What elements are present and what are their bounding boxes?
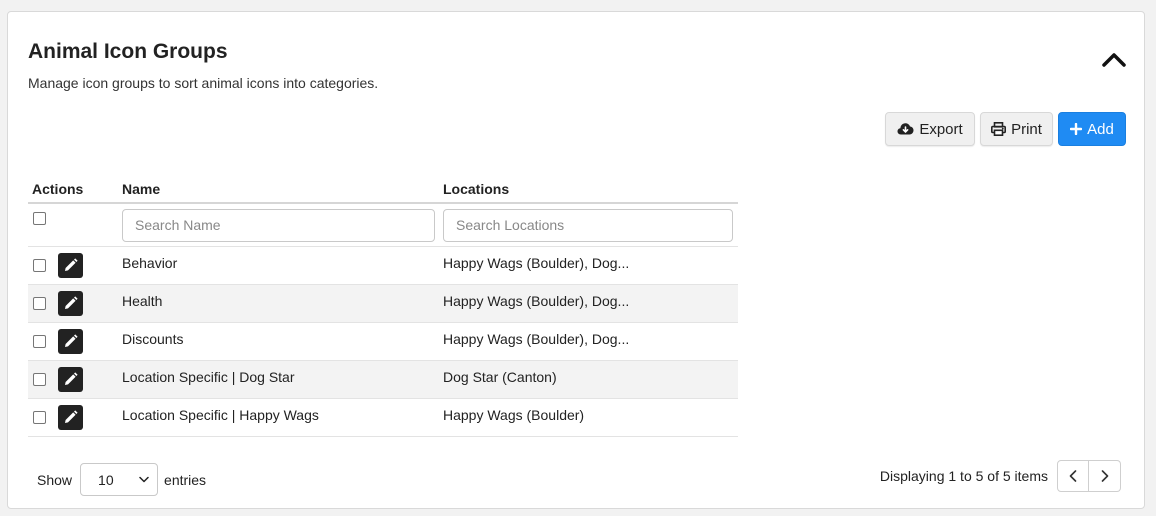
edit-button[interactable]	[58, 405, 83, 430]
chevron-right-icon	[1101, 470, 1108, 482]
edit-button[interactable]	[58, 253, 83, 278]
toolbar: Export Print Add	[8, 112, 1144, 148]
pagination: Displaying 1 to 5 of 5 items	[880, 460, 1121, 492]
chevron-up-icon	[1102, 53, 1126, 67]
page-size-value: 10	[98, 471, 114, 488]
page-size-control: Show 10 entries	[37, 463, 206, 496]
pencil-icon	[65, 410, 78, 423]
search-locations-input[interactable]	[443, 208, 733, 242]
row-name: Discounts	[122, 322, 443, 361]
previous-page-button[interactable]	[1057, 460, 1089, 492]
row-checkbox[interactable]	[33, 335, 46, 348]
column-header-name[interactable]: Name	[122, 176, 443, 204]
edit-button[interactable]	[58, 367, 83, 392]
table-header-row: Actions Name Locations	[28, 176, 738, 204]
row-checkbox[interactable]	[33, 297, 46, 310]
filter-row	[28, 203, 738, 247]
page-subtitle: Manage icon groups to sort animal icons …	[28, 75, 379, 91]
icon-groups-table: Actions Name Locations Behavior Happy Wa…	[28, 176, 738, 437]
table-row: Location Specific | Dog Star Dog Star (C…	[28, 360, 738, 399]
add-label: Add	[1087, 120, 1114, 138]
row-name: Behavior	[122, 246, 443, 285]
table-row: Behavior Happy Wags (Boulder), Dog...	[28, 246, 738, 285]
entries-label: entries	[164, 471, 207, 488]
pencil-icon	[65, 258, 78, 271]
row-name: Health	[122, 284, 443, 323]
row-name: Location Specific | Happy Wags	[122, 398, 443, 437]
page-title: Animal Icon Groups	[28, 40, 228, 63]
row-locations: Happy Wags (Boulder)	[443, 398, 738, 437]
row-locations: Dog Star (Canton)	[443, 360, 738, 399]
next-page-button[interactable]	[1089, 460, 1121, 492]
displaying-text: Displaying 1 to 5 of 5 items	[879, 468, 1048, 484]
table-row: Location Specific | Happy Wags Happy Wag…	[28, 398, 738, 437]
edit-button[interactable]	[58, 329, 83, 354]
search-name-input[interactable]	[122, 208, 435, 242]
select-all-checkbox[interactable]	[33, 211, 46, 225]
row-locations: Happy Wags (Boulder), Dog...	[443, 322, 738, 361]
cloud-download-icon	[897, 123, 914, 135]
collapse-button[interactable]	[1100, 46, 1128, 70]
panel: Animal Icon Groups Manage icon groups to…	[7, 11, 1145, 509]
export-button[interactable]: Export	[885, 112, 975, 146]
table-row: Health Happy Wags (Boulder), Dog...	[28, 284, 738, 323]
row-locations: Happy Wags (Boulder), Dog...	[443, 246, 738, 285]
print-button[interactable]: Print	[980, 112, 1053, 146]
column-header-actions: Actions	[28, 176, 122, 204]
pencil-icon	[65, 372, 78, 385]
row-checkbox[interactable]	[33, 259, 46, 272]
export-label: Export	[919, 120, 963, 138]
printer-icon	[991, 122, 1007, 136]
print-label: Print	[1011, 120, 1042, 138]
row-checkbox[interactable]	[33, 411, 46, 424]
add-button[interactable]: Add	[1058, 112, 1126, 146]
table-row: Discounts Happy Wags (Boulder), Dog...	[28, 322, 738, 361]
pencil-icon	[65, 296, 78, 309]
plus-icon	[1070, 123, 1083, 135]
edit-button[interactable]	[58, 291, 83, 316]
chevron-down-icon	[139, 476, 149, 483]
row-checkbox[interactable]	[33, 373, 46, 386]
show-label: Show	[37, 471, 73, 488]
row-locations: Happy Wags (Boulder), Dog...	[443, 284, 738, 323]
row-name: Location Specific | Dog Star	[122, 360, 443, 399]
chevron-left-icon	[1069, 470, 1077, 482]
pencil-icon	[65, 334, 78, 347]
page-size-select[interactable]: 10	[80, 463, 159, 496]
column-header-locations[interactable]: Locations	[443, 176, 738, 204]
